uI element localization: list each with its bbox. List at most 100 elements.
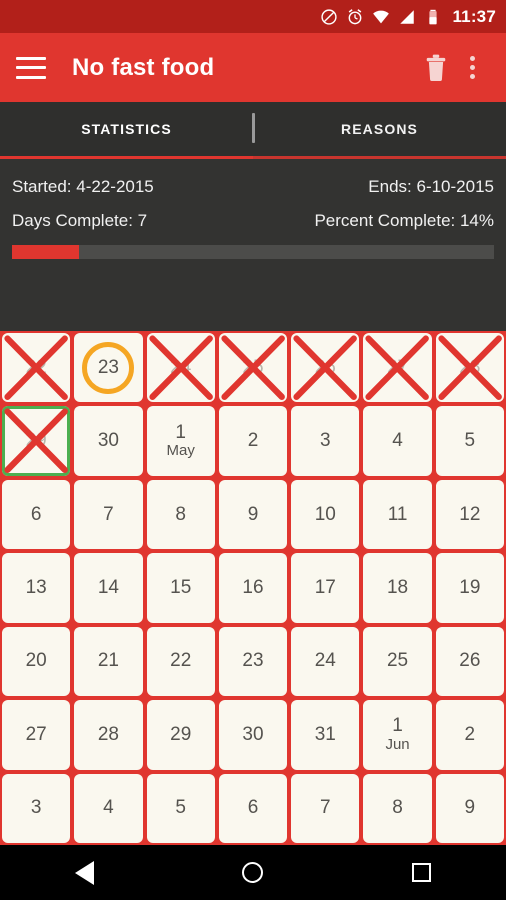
calendar-day-cell[interactable]: 1 May bbox=[146, 406, 215, 476]
signal-icon bbox=[400, 9, 415, 24]
calendar-day-number: 10 bbox=[314, 503, 336, 525]
calendar-day-cell[interactable]: 8 bbox=[146, 479, 215, 550]
calendar-day-cell[interactable]: 26 bbox=[435, 626, 504, 697]
calendar-day-number: 15 bbox=[170, 577, 192, 599]
calendar-day-cell[interactable]: 2 bbox=[435, 700, 504, 770]
calendar-day-number: 1 bbox=[392, 715, 403, 737]
tab-reasons-label: REASONS bbox=[341, 121, 418, 137]
calendar-day-cell[interactable]: 5 bbox=[146, 773, 215, 843]
nav-recents-button[interactable] bbox=[392, 853, 452, 893]
calendar-day-number: 8 bbox=[392, 797, 403, 819]
calendar-day-cell[interactable]: 4 bbox=[74, 773, 143, 843]
nav-back-button[interactable] bbox=[54, 853, 114, 893]
statistics-panel: Started: 4-22-2015 Ends: 6-10-2015 Days … bbox=[0, 159, 506, 331]
calendar-day-number: 5 bbox=[175, 797, 186, 819]
calendar-day-number: 9 bbox=[464, 797, 476, 819]
calendar-day-cell[interactable]: 30 bbox=[74, 406, 143, 476]
delete-button[interactable] bbox=[418, 48, 454, 88]
calendar-day-number: 2 bbox=[464, 723, 476, 745]
calendar-day-cell[interactable]: 27 bbox=[363, 333, 432, 403]
day-completed-x-icon bbox=[2, 333, 70, 402]
calendar-day-cell[interactable]: 7 bbox=[291, 773, 360, 843]
calendar-day-cell[interactable]: 4 bbox=[363, 406, 432, 476]
calendar-day-cell[interactable]: 28 bbox=[74, 700, 143, 770]
calendar-day-number: 1 bbox=[175, 421, 186, 443]
calendar-day-cell[interactable]: 2 bbox=[218, 406, 288, 476]
status-bar: 11:37 bbox=[0, 0, 506, 33]
calendar-day-cell[interactable]: 9 bbox=[218, 479, 288, 550]
calendar-day-cell[interactable]: 6 bbox=[2, 479, 71, 550]
calendar-day-cell[interactable]: 28 bbox=[435, 333, 504, 403]
day-completed-x-icon bbox=[2, 406, 70, 475]
calendar-day-cell[interactable]: 6 bbox=[218, 773, 288, 843]
calendar-day-number: 4 bbox=[103, 797, 114, 819]
calendar-day-number: 13 bbox=[25, 577, 47, 599]
stats-row-dates: Started: 4-22-2015 Ends: 6-10-2015 bbox=[12, 177, 494, 197]
day-completed-x-icon bbox=[291, 333, 359, 402]
hamburger-menu-icon[interactable] bbox=[16, 56, 46, 79]
calendar-day-cell[interactable]: 23 bbox=[74, 333, 143, 403]
day-completed-x-icon bbox=[147, 333, 215, 402]
calendar-day-cell[interactable]: 3 bbox=[291, 406, 360, 476]
calendar-day-cell[interactable]: 27 bbox=[2, 700, 71, 770]
tab-statistics[interactable]: STATISTICS bbox=[0, 102, 253, 156]
calendar-day-cell[interactable]: 13 bbox=[2, 553, 71, 623]
calendar-day-number: 12 bbox=[459, 503, 481, 525]
calendar-day-cell[interactable]: 22 bbox=[146, 626, 215, 697]
calendar-day-cell[interactable]: 8 bbox=[363, 773, 432, 843]
calendar-day-number: 18 bbox=[386, 577, 409, 599]
calendar-day-number: 31 bbox=[314, 723, 336, 745]
alarm-icon bbox=[349, 8, 362, 24]
calendar-day-cell[interactable]: 10 bbox=[291, 479, 360, 550]
calendar-day-cell[interactable]: 7 bbox=[74, 479, 143, 550]
calendar-day-cell[interactable]: 11 bbox=[363, 479, 432, 550]
home-circle-icon bbox=[242, 862, 264, 883]
calendar-day-number: 21 bbox=[97, 650, 119, 672]
calendar-day-cell[interactable]: 20 bbox=[2, 626, 71, 697]
calendar-day-cell[interactable]: 5 bbox=[435, 406, 504, 476]
calendar-day-cell[interactable]: 29 bbox=[2, 406, 71, 476]
calendar-day-number: 26 bbox=[459, 650, 481, 672]
calendar-day-cell[interactable]: 23 bbox=[218, 626, 288, 697]
calendar-day-cell[interactable]: 26 bbox=[291, 333, 360, 403]
calendar-day-cell[interactable]: 17 bbox=[291, 553, 360, 623]
calendar-day-cell[interactable]: 22 bbox=[2, 333, 71, 403]
calendar-day-cell[interactable]: 29 bbox=[146, 700, 215, 770]
android-nav-bar bbox=[0, 845, 506, 900]
calendar-day-number: 4 bbox=[392, 430, 403, 452]
calendar-day-cell[interactable]: 19 bbox=[435, 553, 504, 623]
calendar-day-number: 23 bbox=[242, 650, 264, 672]
calendar-day-cell[interactable]: 1 Jun bbox=[363, 700, 432, 770]
calendar-day-number: 5 bbox=[464, 430, 476, 452]
calendar-day-cell[interactable]: 3 bbox=[2, 773, 71, 843]
page-title: No fast food bbox=[72, 53, 215, 81]
calendar-day-number: 24 bbox=[314, 650, 336, 672]
calendar-day-cell[interactable]: 24 bbox=[146, 333, 215, 403]
day-completed-x-icon bbox=[363, 333, 431, 402]
calendar-day-cell[interactable]: 25 bbox=[363, 626, 432, 697]
calendar-day-number: 29 bbox=[170, 723, 192, 745]
nav-home-button[interactable] bbox=[223, 853, 283, 893]
app-bar: No fast food bbox=[0, 33, 506, 102]
calendar-day-cell[interactable]: 9 bbox=[435, 773, 504, 843]
calendar-day-number: 6 bbox=[247, 797, 259, 819]
calendar-day-number: 17 bbox=[314, 577, 336, 599]
calendar-day-cell[interactable]: 12 bbox=[435, 479, 504, 550]
calendar-day-cell[interactable]: 15 bbox=[146, 553, 215, 623]
stats-row-progress: Days Complete: 7 Percent Complete: 14% bbox=[12, 211, 494, 231]
calendar-day-cell[interactable]: 21 bbox=[74, 626, 143, 697]
percent-complete-label: Percent Complete: 14% bbox=[314, 211, 494, 230]
tab-reasons[interactable]: REASONS bbox=[253, 102, 506, 156]
calendar-day-cell[interactable]: 25 bbox=[218, 333, 288, 403]
overflow-menu-button[interactable] bbox=[454, 48, 490, 88]
calendar-day-number: 28 bbox=[97, 723, 119, 745]
app-root: 11:37 No fast food STATISTICS REASONS St… bbox=[0, 0, 506, 900]
calendar-day-cell[interactable]: 30 bbox=[218, 700, 288, 770]
calendar-day-cell[interactable]: 31 bbox=[291, 700, 360, 770]
calendar-day-cell[interactable]: 18 bbox=[363, 553, 432, 623]
calendar-day-number: 30 bbox=[97, 430, 119, 452]
calendar-day-number: 11 bbox=[387, 503, 408, 525]
calendar-day-cell[interactable]: 16 bbox=[218, 553, 288, 623]
calendar-day-cell[interactable]: 24 bbox=[291, 626, 360, 697]
calendar-day-cell[interactable]: 14 bbox=[74, 553, 143, 623]
